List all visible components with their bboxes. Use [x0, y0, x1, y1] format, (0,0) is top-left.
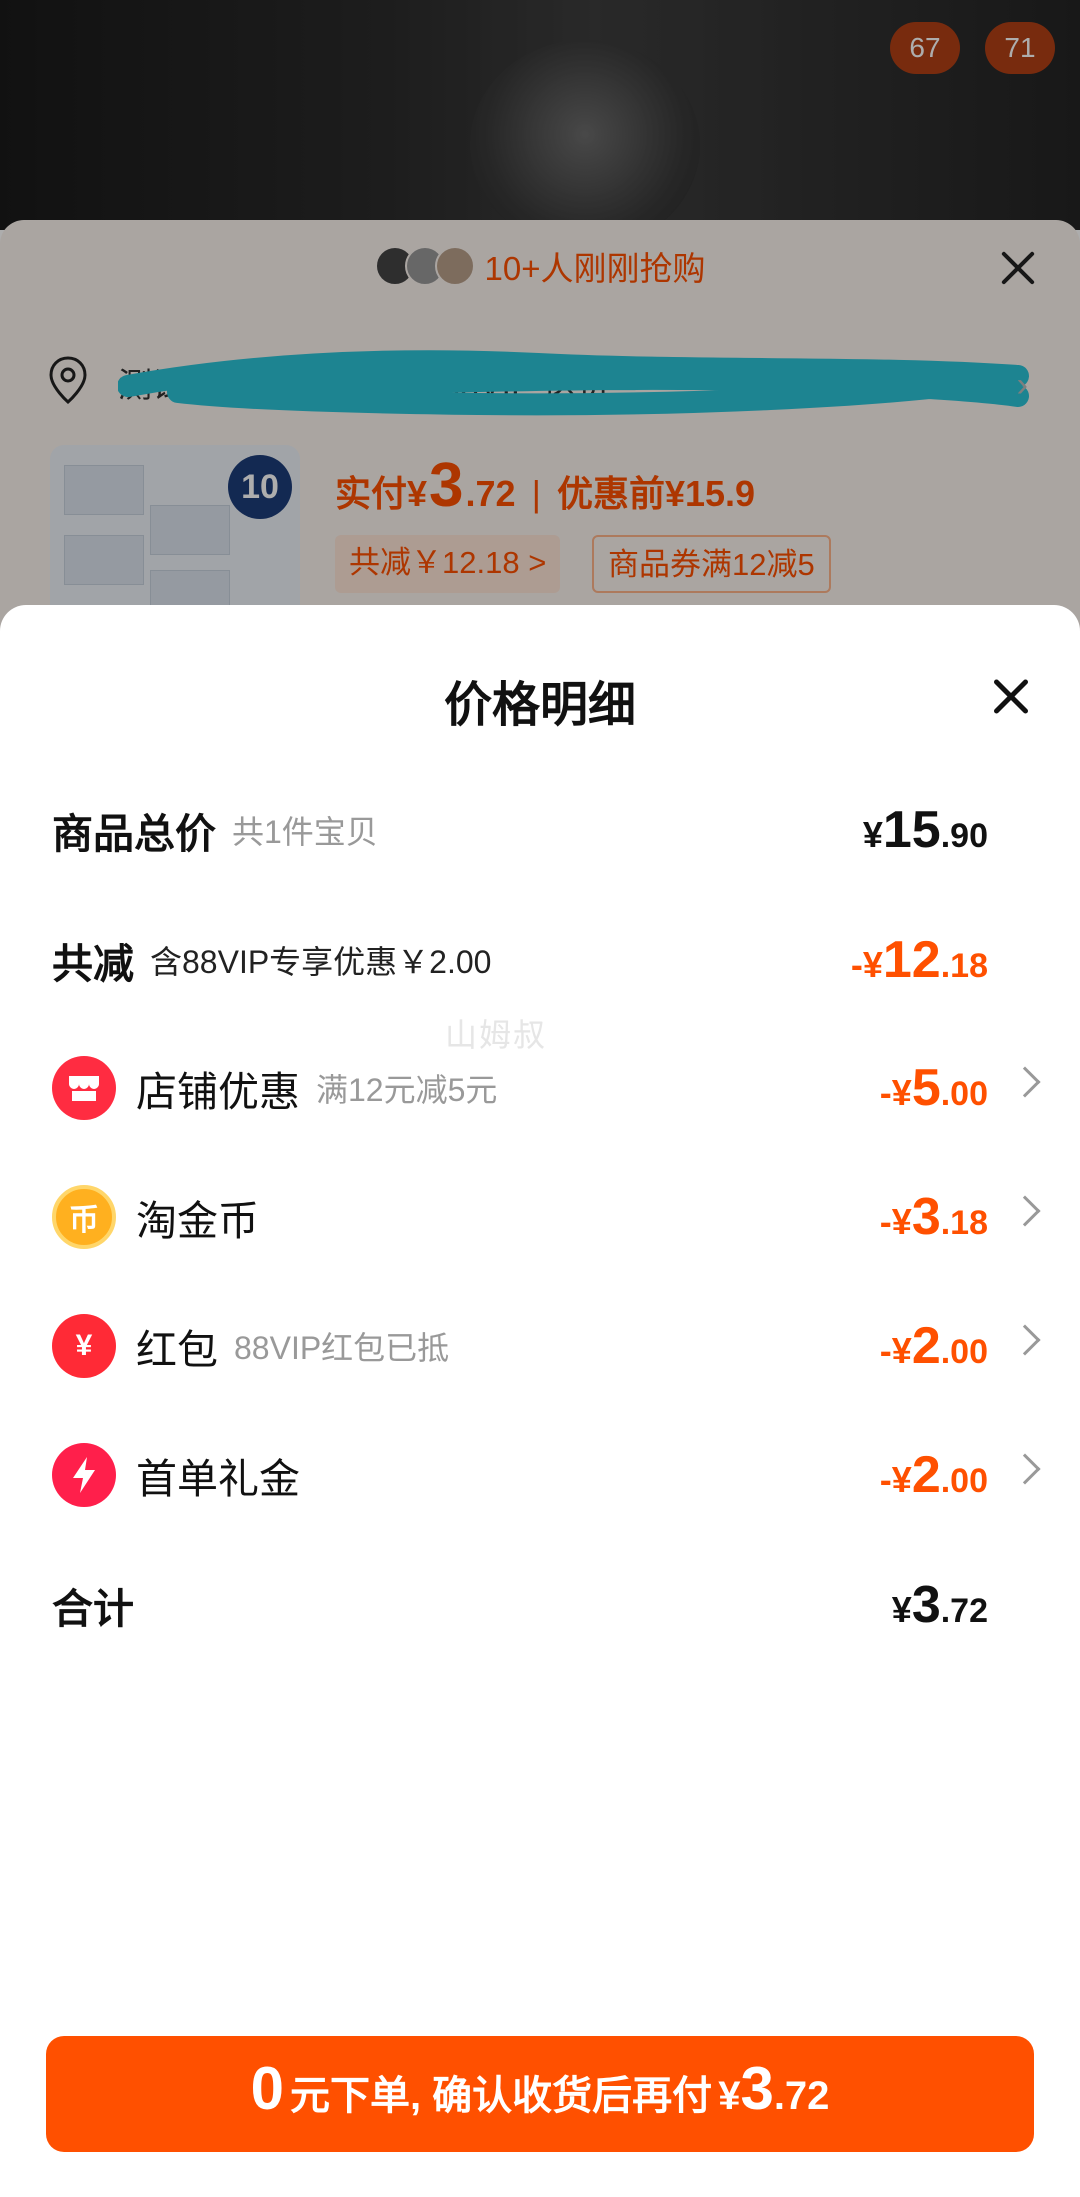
amount-int: 12 — [882, 931, 941, 989]
close-icon[interactable] — [992, 677, 1030, 715]
amount-int: 3 — [911, 1576, 941, 1634]
watermark: 山姆叔 — [445, 1017, 548, 1053]
chevron-right-icon — [1009, 1066, 1041, 1098]
row-amount: -¥ 5 .00 — [880, 1058, 988, 1118]
row-sub: 满12元减5元 — [316, 1072, 498, 1108]
amount-int: 15 — [882, 801, 941, 859]
amount-dec: .72 — [940, 1592, 988, 1630]
amount-dec: .00 — [940, 1462, 988, 1500]
amount-currency: -¥ — [879, 1072, 912, 1113]
amount-dec: .00 — [940, 1075, 988, 1113]
row-label: 共减 — [52, 941, 134, 987]
amount-dec: .18 — [940, 947, 988, 985]
row-amount: -¥ 3 .18 — [880, 1187, 988, 1247]
sheet-title: 价格明细 — [443, 679, 636, 732]
row-red-packet[interactable]: ¥ 红包 88VIP红包已抵 -¥ 2 .00 — [52, 1301, 1041, 1391]
cta-dec: .72 — [773, 2074, 830, 2118]
amount-dec: .18 — [940, 1204, 988, 1242]
amount-currency: -¥ — [850, 944, 883, 985]
row-first-order-gift[interactable]: 首单礼金 -¥ 2 .00 — [52, 1430, 1041, 1520]
amount-dec: .90 — [940, 817, 988, 855]
amount-int: 2 — [911, 1317, 941, 1375]
amount-currency: -¥ — [879, 1330, 912, 1371]
chevron-right-icon — [1009, 1195, 1041, 1227]
amount-int: 3 — [911, 1188, 941, 1246]
amount-currency: -¥ — [879, 1201, 912, 1242]
row-subtotal: 商品总价 共1件宝贝 ¥ 15 .90 — [52, 785, 1032, 875]
amount-currency: ¥ — [862, 814, 883, 855]
cta-int: 3 — [740, 2055, 774, 2122]
amount-int: 5 — [911, 1059, 941, 1117]
row-label: 商品总价 — [52, 811, 216, 857]
row-label: 首单礼金 — [136, 1456, 300, 1502]
chevron-right-icon — [1009, 1324, 1041, 1356]
amount-dec: .00 — [940, 1333, 988, 1371]
row-label: 红包 — [136, 1327, 218, 1373]
amount-currency: -¥ — [879, 1459, 912, 1500]
row-sub: 含88VIP专享优惠￥2.00 — [150, 944, 492, 980]
price-detail-sheet: 价格明细 商品总价 共1件宝贝 ¥ 15 .90 共减 含88VIP专享优惠￥2… — [0, 605, 1080, 2197]
amount-int: 2 — [911, 1446, 941, 1504]
row-coins[interactable]: 币 淘金币 -¥ 3 .18 — [52, 1172, 1041, 1262]
row-label: 店铺优惠 — [136, 1069, 300, 1115]
row-amount: -¥ 2 .00 — [880, 1445, 988, 1505]
row-total: 合计 ¥ 3 .72 — [52, 1560, 1032, 1650]
chevron-right-icon — [1009, 1453, 1041, 1485]
row-amount: -¥ 12 .18 — [851, 930, 988, 990]
lightning-icon — [52, 1443, 116, 1507]
place-order-button[interactable]: 0 元下单, 确认收货后再付 ¥ 3 .72 — [46, 2036, 1034, 2152]
cta-currency: ¥ — [718, 2074, 741, 2118]
cta-text: 元下单, 确认收货后再付 — [289, 2074, 713, 2118]
row-shop-discount[interactable]: 店铺优惠 满12元减5元 -¥ 5 .00 — [52, 1043, 1041, 1133]
coin-icon: 币 — [52, 1185, 116, 1249]
row-amount: ¥ 3 .72 — [892, 1575, 988, 1635]
row-total-discount: 共减 含88VIP专享优惠￥2.00 -¥ 12 .18 — [52, 915, 1032, 1005]
row-label: 淘金币 — [136, 1198, 259, 1244]
amount-currency: ¥ — [891, 1589, 912, 1630]
row-sub: 88VIP红包已抵 — [234, 1330, 450, 1366]
row-amount: ¥ 15 .90 — [863, 800, 988, 860]
row-sub: 共1件宝贝 — [232, 814, 378, 850]
row-label: 合计 — [52, 1586, 134, 1632]
dim-overlay[interactable] — [0, 0, 1080, 640]
row-amount: -¥ 2 .00 — [880, 1316, 988, 1376]
shop-icon — [52, 1056, 116, 1120]
cta-zero: 0 — [250, 2055, 284, 2122]
red-packet-icon: ¥ — [52, 1314, 116, 1378]
